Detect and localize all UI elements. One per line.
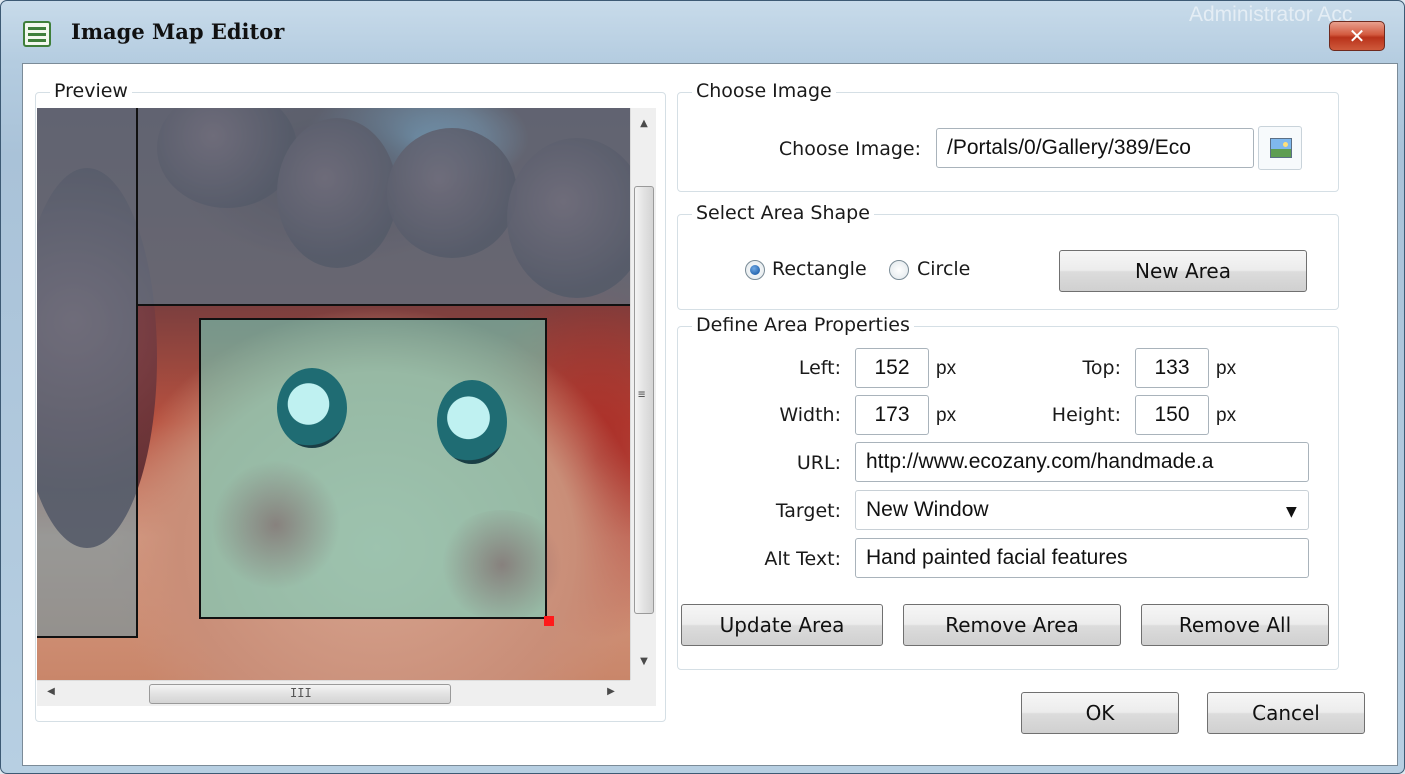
- image-preview[interactable]: [37, 108, 630, 680]
- ok-button[interactable]: OK: [1021, 692, 1179, 734]
- map-area-selected[interactable]: [199, 318, 567, 620]
- window-list-icon: [23, 21, 51, 47]
- browse-image-button[interactable]: [1258, 126, 1302, 170]
- preview-legend: Preview: [50, 80, 132, 102]
- target-select[interactable]: New Window: [855, 490, 1309, 530]
- image-browse-icon: [1270, 138, 1292, 158]
- height-label: Height:: [1051, 404, 1121, 426]
- scroll-left-icon[interactable]: ◀: [43, 686, 59, 697]
- width-label: Width:: [779, 404, 841, 426]
- scroll-grip-icon: ≡: [638, 387, 646, 401]
- url-label: URL:: [796, 452, 841, 474]
- right-cheek-drawing: [437, 510, 567, 620]
- top-label: Top:: [1082, 357, 1121, 379]
- url-field[interactable]: http://www.ecozany.com/handmade.a: [855, 442, 1309, 482]
- left-unit: px: [936, 358, 957, 379]
- alt-text-label: Alt Text:: [764, 548, 841, 570]
- cancel-button[interactable]: Cancel: [1207, 692, 1365, 734]
- rectangle-label[interactable]: Rectangle: [772, 258, 867, 280]
- new-area-button[interactable]: New Area: [1059, 250, 1307, 292]
- vertical-scrollbar[interactable]: ▲ ≡ ▼: [630, 108, 656, 680]
- update-area-button[interactable]: Update Area: [681, 604, 883, 646]
- choose-image-legend: Choose Image: [692, 80, 836, 102]
- top-unit: px: [1216, 358, 1237, 379]
- left-eye-drawing: [277, 368, 347, 448]
- horizontal-scrollbar[interactable]: ◀ III ▶: [37, 680, 630, 706]
- left-label: Left:: [798, 357, 841, 379]
- vertical-scroll-thumb[interactable]: ≡: [634, 186, 654, 614]
- scroll-right-icon[interactable]: ▶: [603, 686, 619, 697]
- height-field[interactable]: 150: [1135, 395, 1209, 435]
- width-unit: px: [936, 405, 957, 426]
- window-title: Image Map Editor: [71, 19, 285, 44]
- left-field[interactable]: 152: [855, 348, 929, 388]
- area-shape-legend: Select Area Shape: [692, 202, 874, 224]
- choose-image-label: Choose Image:: [778, 138, 921, 160]
- circle-label[interactable]: Circle: [917, 258, 970, 280]
- circle-radio[interactable]: [889, 260, 909, 280]
- target-label: Target:: [775, 500, 841, 522]
- map-area-top[interactable]: [136, 108, 630, 306]
- scroll-corner: [630, 680, 656, 706]
- dialog-body: Preview ▲ ≡ ▼ ◀ III ▶ Choose Image Choos…: [22, 63, 1398, 766]
- scroll-up-icon[interactable]: ▲: [631, 118, 657, 129]
- title-bar[interactable]: Image Map Editor Administrator Acc ✕: [1, 1, 1404, 63]
- horizontal-scroll-thumb[interactable]: III: [149, 684, 451, 704]
- resize-handle[interactable]: [544, 616, 554, 626]
- width-field[interactable]: 173: [855, 395, 929, 435]
- remove-area-button[interactable]: Remove Area: [903, 604, 1121, 646]
- image-map-editor-window: Image Map Editor Administrator Acc ✕ Pre…: [0, 0, 1405, 774]
- remove-all-button[interactable]: Remove All: [1141, 604, 1329, 646]
- scroll-down-icon[interactable]: ▼: [631, 656, 657, 667]
- rectangle-radio[interactable]: [745, 260, 765, 280]
- left-cheek-drawing: [211, 460, 341, 590]
- image-path-field[interactable]: /Portals/0/Gallery/389/Eco: [936, 128, 1254, 168]
- close-button[interactable]: ✕: [1329, 21, 1385, 51]
- scroll-grip-icon: III: [290, 686, 312, 700]
- background-window-text: Administrator Acc: [1189, 3, 1353, 26]
- chevron-down-icon[interactable]: ▼: [1286, 504, 1297, 520]
- top-field[interactable]: 133: [1135, 348, 1209, 388]
- area-properties-legend: Define Area Properties: [692, 314, 914, 336]
- map-area-left[interactable]: [37, 108, 138, 638]
- height-unit: px: [1216, 405, 1237, 426]
- alt-text-field[interactable]: Hand painted facial features: [855, 538, 1309, 578]
- right-eye-drawing: [437, 380, 507, 464]
